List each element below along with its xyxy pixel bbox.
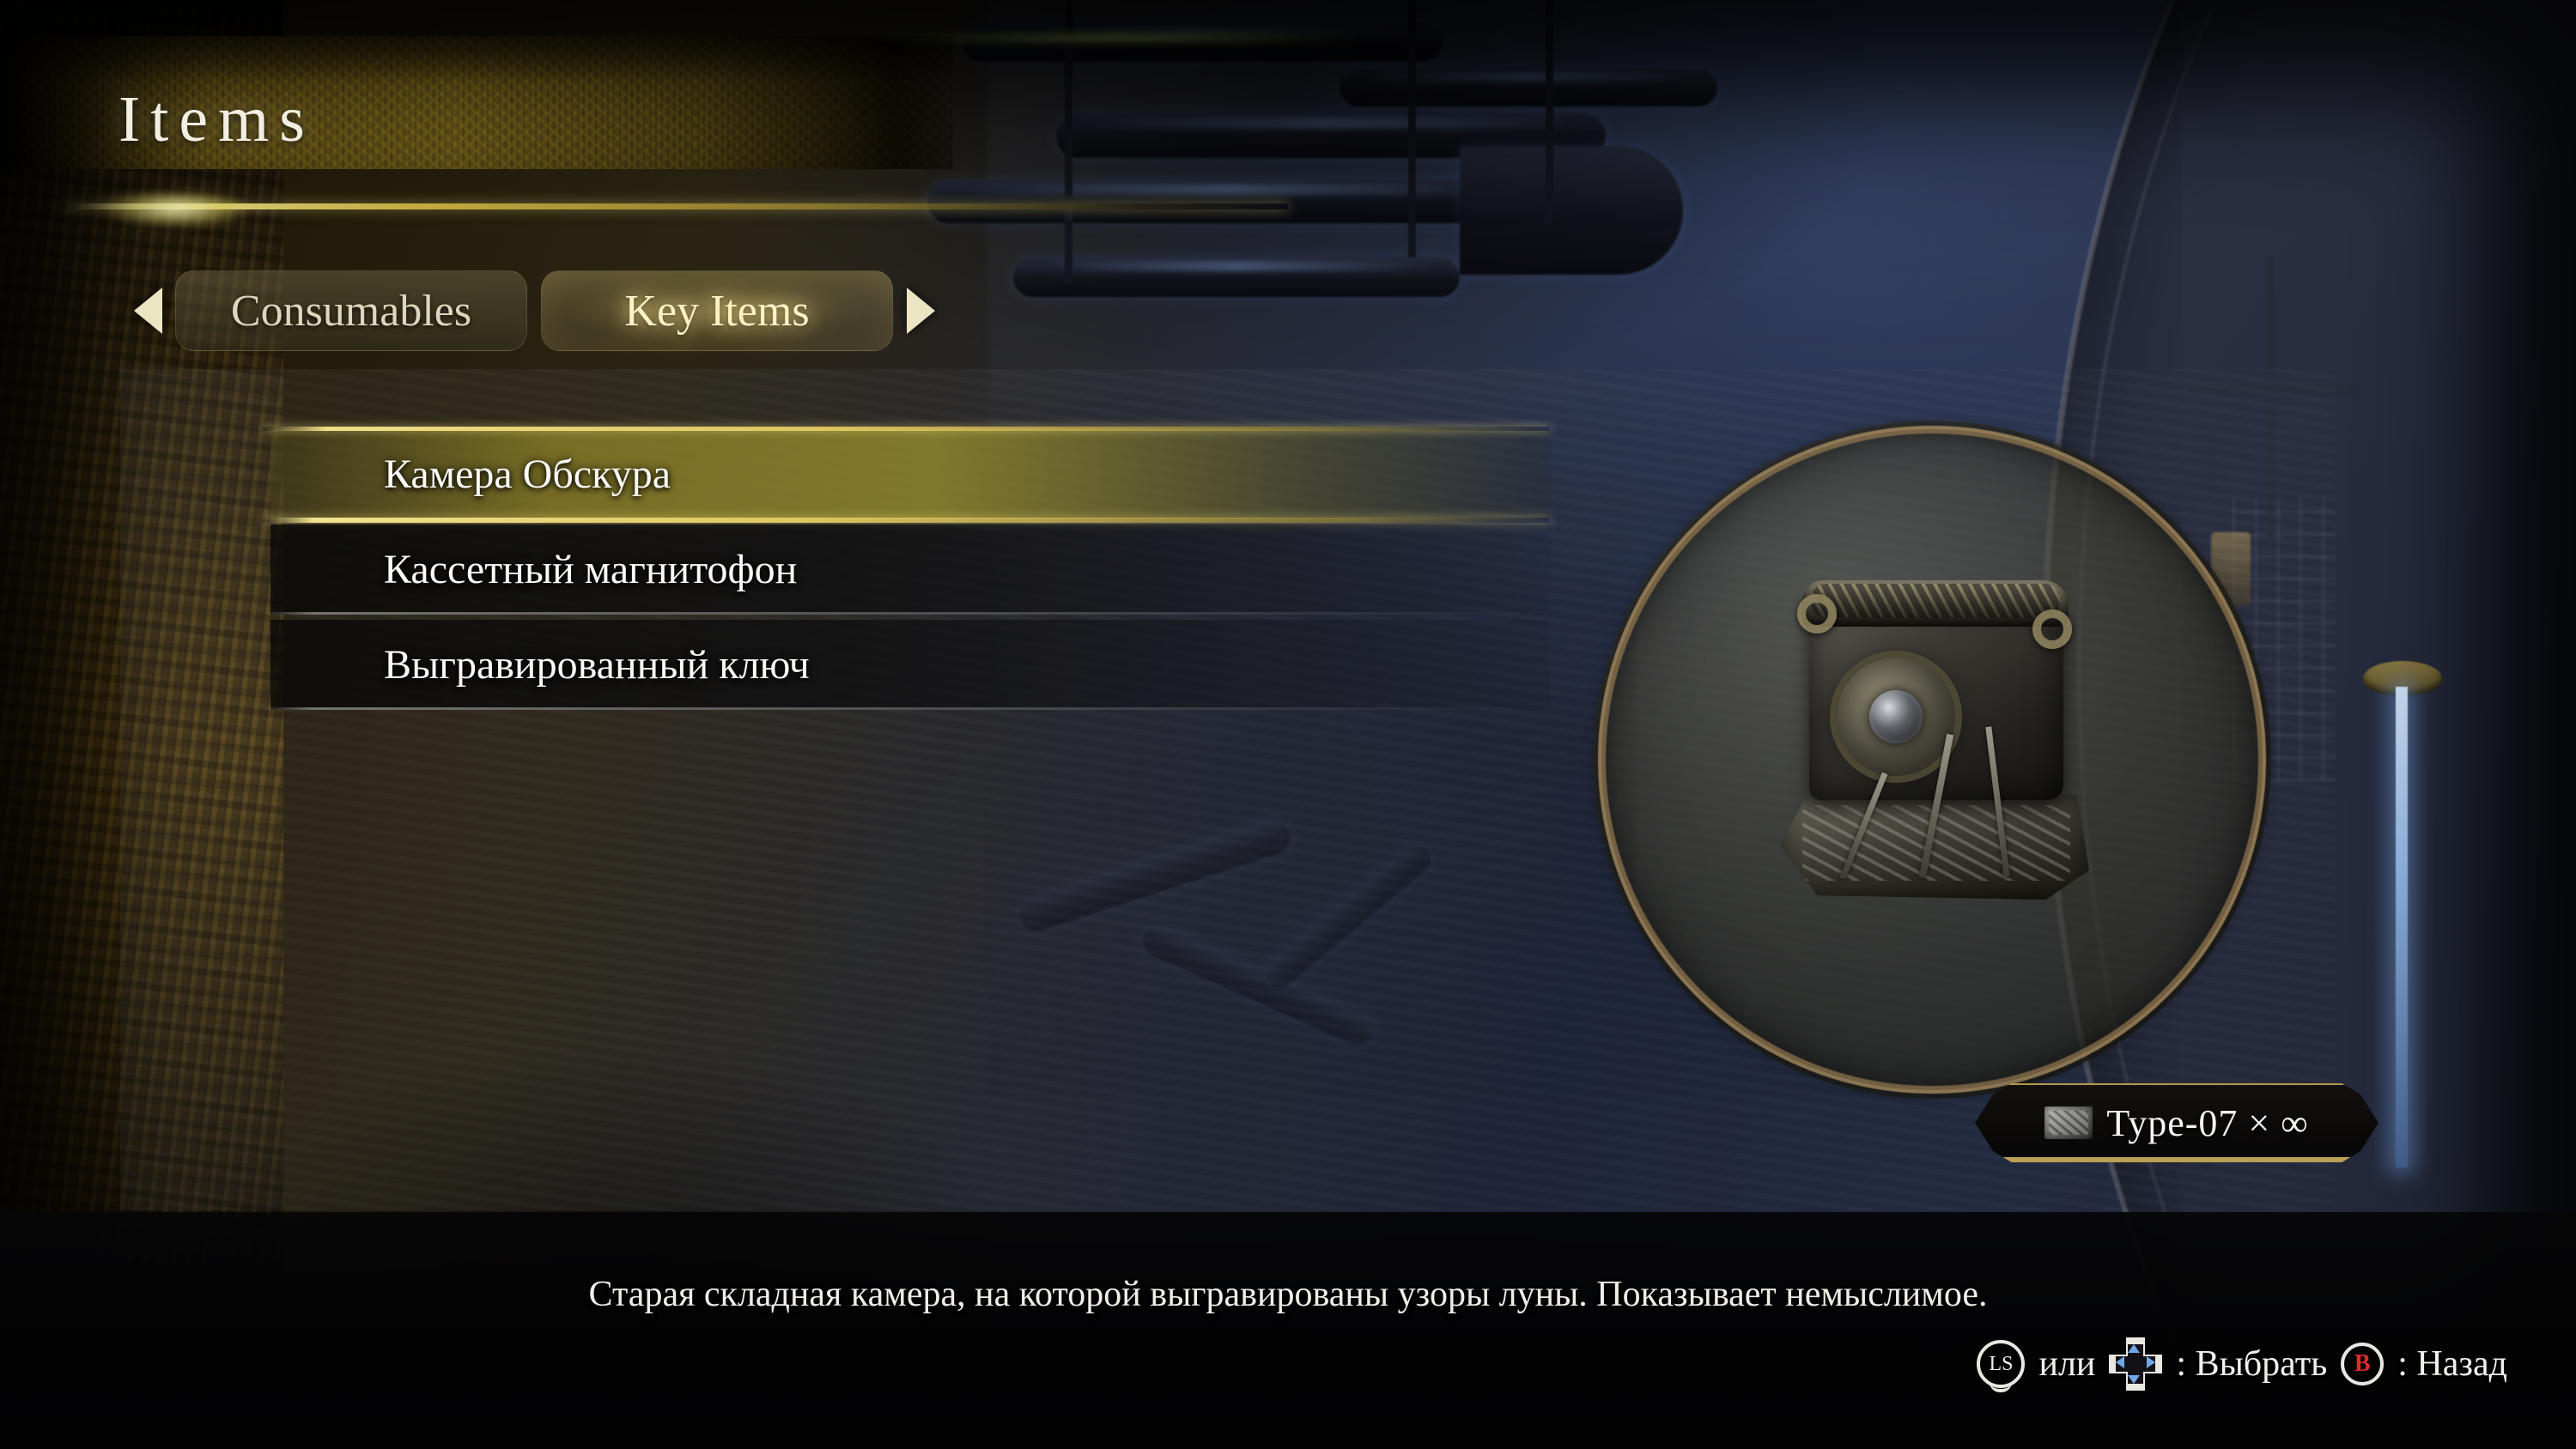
tab-key-items-label: Key Items bbox=[624, 286, 810, 336]
dpad-down-arrow-icon bbox=[2128, 1375, 2141, 1384]
hint-select-label: : Выбрать bbox=[2176, 1344, 2328, 1384]
item-description: Старая складная камера, на которой выгра… bbox=[588, 1275, 1988, 1314]
b-button-icon: B bbox=[2341, 1343, 2385, 1385]
camera-top-ornament bbox=[1802, 580, 2069, 627]
background-bar bbox=[1408, 0, 1416, 258]
hint-back-label: : Назад bbox=[2397, 1344, 2507, 1384]
list-item-label: Камера Обскура bbox=[384, 452, 671, 497]
list-item[interactable]: Кассетный магнитофон bbox=[262, 524, 1550, 615]
dpad-left-arrow-icon bbox=[2116, 1356, 2125, 1368]
triangle-right-icon bbox=[906, 288, 935, 334]
item-list: Камера Обскура Кассетный магнитофон Выгр… bbox=[262, 427, 1550, 710]
list-item[interactable]: Выгравированный ключ bbox=[262, 620, 1550, 710]
tab-prev-arrow[interactable] bbox=[120, 271, 175, 350]
left-stick-icon: LS bbox=[1977, 1340, 2026, 1388]
background-bar bbox=[1546, 0, 1553, 223]
camera-knob-right bbox=[2032, 609, 2072, 649]
tab-key-items[interactable]: Key Items bbox=[541, 270, 893, 351]
background-pipe bbox=[1340, 69, 1717, 106]
item-count-label: Type-07 × ∞ bbox=[2106, 1101, 2309, 1144]
item-preview bbox=[1593, 421, 2271, 1099]
film-thumbnail-icon bbox=[2044, 1106, 2093, 1139]
background-pipe bbox=[927, 180, 1528, 223]
dpad-up-arrow-icon bbox=[2128, 1344, 2141, 1353]
left-stick-label: LS bbox=[1989, 1352, 2014, 1375]
background-pipe bbox=[1013, 258, 1460, 297]
tab-next-arrow[interactable] bbox=[893, 271, 948, 350]
b-button-label: B bbox=[2354, 1350, 2371, 1377]
list-item[interactable]: Камера Обскура bbox=[262, 427, 1550, 523]
tab-consumables-label: Consumables bbox=[230, 286, 472, 336]
title-divider-glow bbox=[101, 191, 247, 227]
camera-obscura-icon bbox=[1765, 549, 2108, 944]
list-item-label: Выгравированный ключ bbox=[384, 642, 810, 688]
tab-consumables[interactable]: Consumables bbox=[175, 270, 527, 351]
dpad-icon bbox=[2109, 1337, 2163, 1391]
background-blue-light bbox=[2396, 687, 2408, 1167]
description-bar: Старая складная камера, на которой выгра… bbox=[0, 1212, 2576, 1449]
game-menu-screen: Items Consumables Key Items Камера Обску… bbox=[0, 0, 2576, 1449]
camera-lens bbox=[1869, 690, 1923, 743]
page-title: Items bbox=[118, 83, 315, 155]
title-glow bbox=[876, 31, 1357, 45]
hint-or-label: или bbox=[2038, 1344, 2096, 1384]
list-item-label: Кассетный магнитофон bbox=[384, 547, 798, 592]
control-hints: LS или : Выбрать B : Назад bbox=[1977, 1337, 2507, 1391]
item-count-badge: Type-07 × ∞ bbox=[1975, 1083, 2379, 1162]
background-pipe bbox=[1460, 146, 1683, 275]
dpad-right-arrow-icon bbox=[2147, 1356, 2156, 1368]
camera-knob-left bbox=[1797, 594, 1837, 634]
category-tabs: Consumables Key Items bbox=[120, 270, 948, 351]
triangle-left-icon bbox=[133, 288, 162, 334]
